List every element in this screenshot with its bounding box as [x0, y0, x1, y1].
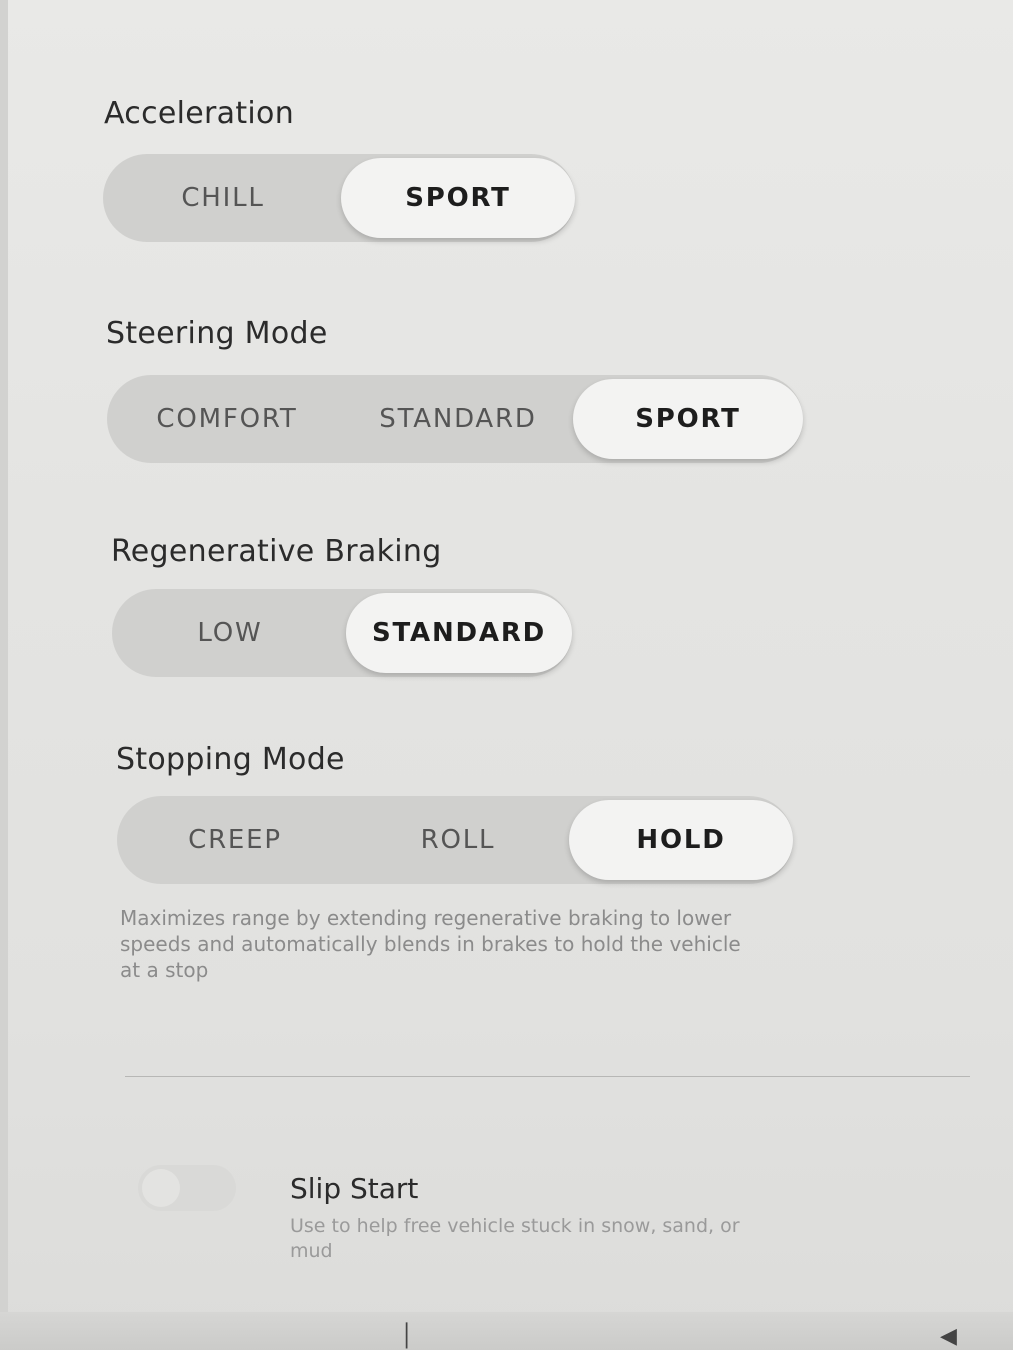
slip-start-toggle[interactable]: [138, 1165, 236, 1211]
steering-option-comfort[interactable]: COMFORT: [107, 375, 347, 463]
left-edge: [0, 0, 8, 1350]
acceleration-segmented-control: CHILL SPORT: [103, 154, 575, 242]
acceleration-label: Acceleration: [104, 96, 295, 131]
steering-mode-segmented-control: COMFORT STANDARD SPORT: [107, 375, 803, 463]
regen-option-low[interactable]: LOW: [112, 589, 348, 677]
volume-icon[interactable]: ◀: [940, 1326, 957, 1348]
regenerative-braking-label: Regenerative Braking: [111, 534, 442, 569]
stopping-mode-label: Stopping Mode: [116, 742, 345, 777]
steering-mode-label: Steering Mode: [106, 316, 328, 351]
acceleration-option-sport[interactable]: SPORT: [341, 158, 575, 238]
regenerative-braking-segmented-control: LOW STANDARD: [112, 589, 572, 677]
regen-option-standard[interactable]: STANDARD: [346, 593, 572, 673]
acceleration-option-chill[interactable]: CHILL: [103, 154, 343, 242]
stopping-option-creep[interactable]: CREEP: [117, 796, 353, 884]
stopping-option-hold[interactable]: HOLD: [569, 800, 793, 880]
steering-option-sport[interactable]: SPORT: [573, 379, 803, 459]
slip-start-description: Use to help free vehicle stuck in snow, …: [290, 1215, 740, 1262]
slip-start-title: Slip Start: [290, 1172, 419, 1205]
section-divider: [125, 1076, 970, 1077]
stopping-option-roll[interactable]: ROLL: [347, 796, 569, 884]
driving-settings-screen: Acceleration CHILL SPORT Steering Mode C…: [0, 0, 1013, 1350]
toggle-knob: [142, 1169, 180, 1207]
temperature-icon[interactable]: │: [400, 1326, 413, 1348]
stopping-mode-segmented-control: CREEP ROLL HOLD: [117, 796, 793, 884]
stopping-mode-description: Maximizes range by extending regenerativ…: [120, 906, 741, 982]
bottom-taskbar: [0, 1312, 1013, 1350]
steering-option-standard[interactable]: STANDARD: [343, 375, 573, 463]
